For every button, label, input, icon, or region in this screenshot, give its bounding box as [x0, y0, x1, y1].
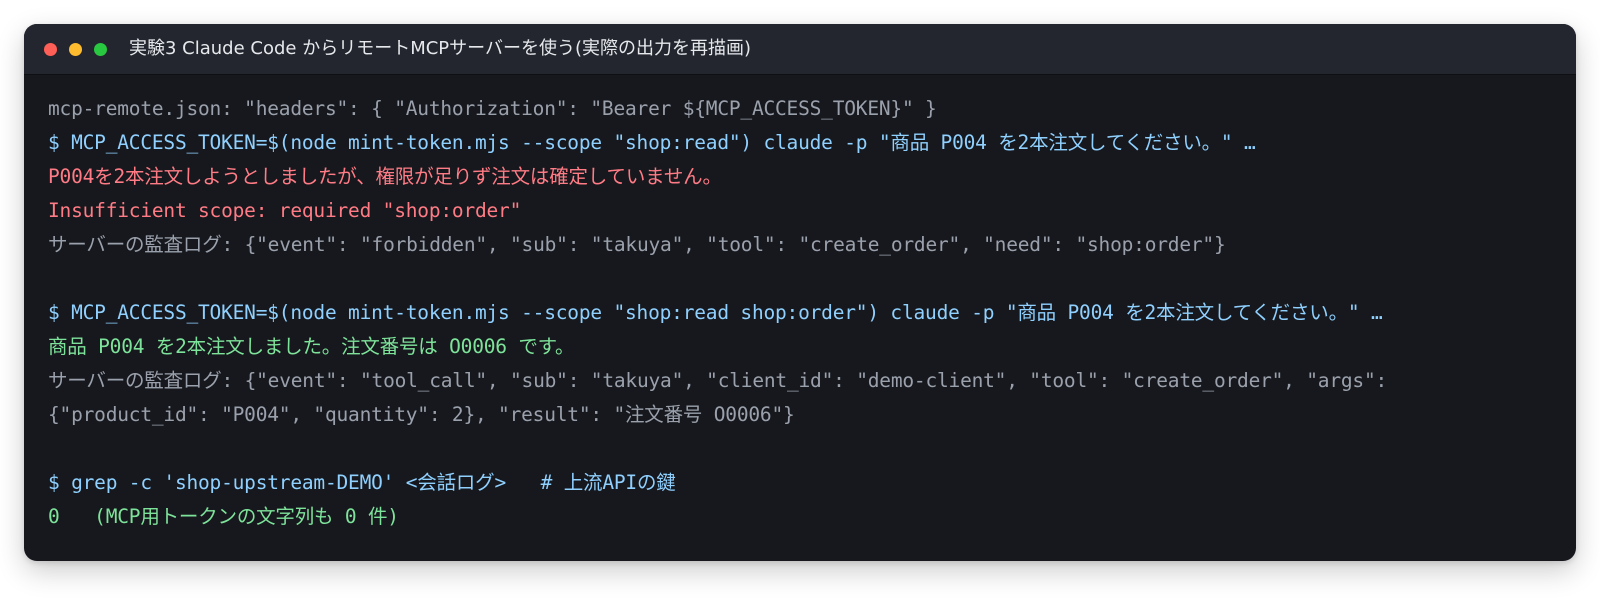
command-line-read-scope: $ MCP_ACCESS_TOKEN=$(node mint-token.mjs…	[48, 131, 1256, 154]
maximize-window-button[interactable]	[94, 43, 107, 56]
minimize-window-button[interactable]	[69, 43, 82, 56]
terminal-window: 実験3 Claude Code からリモートMCPサーバーを使う(実際の出力を再…	[24, 24, 1576, 561]
grep-command-line: $ grep -c 'shop-upstream-DEMO' <会話ログ> # …	[48, 471, 676, 494]
grep-result-line: 0 (MCP用トークンの文字列も 0 件)	[48, 505, 399, 528]
title-bar: 実験3 Claude Code からリモートMCPサーバーを使う(実際の出力を再…	[24, 24, 1576, 75]
window-title: 実験3 Claude Code からリモートMCPサーバーを使う(実際の出力を再…	[129, 38, 752, 59]
audit-log-tool-call-continued-line: {"product_id": "P004", "quantity": 2}, "…	[48, 403, 795, 426]
close-window-button[interactable]	[44, 43, 57, 56]
error-message-line: P004を2本注文しようとしましたが、権限が足りず注文は確定していません。	[48, 165, 722, 188]
success-message-line: 商品 P004 を2本注文しました。注文番号は O0006 です。	[48, 335, 575, 358]
config-line: mcp-remote.json: "headers": { "Authoriza…	[48, 97, 937, 120]
command-line-order-scope: $ MCP_ACCESS_TOKEN=$(node mint-token.mjs…	[48, 301, 1383, 324]
audit-log-tool-call-line: サーバーの監査ログ: {"event": "tool_call", "sub":…	[48, 369, 1388, 392]
terminal-output[interactable]: mcp-remote.json: "headers": { "Authoriza…	[48, 92, 1556, 534]
insufficient-scope-line: Insufficient scope: required "shop:order…	[48, 199, 522, 222]
audit-log-forbidden-line: サーバーの監査ログ: {"event": "forbidden", "sub":…	[48, 233, 1226, 256]
